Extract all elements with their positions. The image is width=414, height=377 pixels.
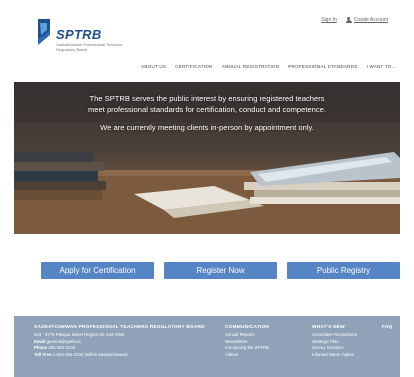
footer-tollfree: 1-844-254-2230 (within Saskatchewan) xyxy=(52,352,128,358)
public-registry-button[interactable]: Public Registry xyxy=(287,262,400,279)
user-icon xyxy=(345,17,352,23)
footer-communication-title: COMMUNICATION xyxy=(225,325,270,330)
nav-item-professional-standards[interactable]: PROFESSIONAL STANDARDS xyxy=(288,64,357,69)
nav-item-certification[interactable]: CERTIFICATION xyxy=(175,64,212,69)
footer-faq: FAQ xyxy=(382,325,400,332)
register-now-button[interactable]: Register Now xyxy=(164,262,277,279)
footer-link-introducing[interactable]: Introducing the SPTRB xyxy=(225,345,305,352)
nav-item-annual-registration[interactable]: ANNUAL REGISTRATION xyxy=(222,64,280,69)
main-nav: ABOUT US CERTIFICATION ANNUAL REGISTRATI… xyxy=(141,64,396,69)
footer-communication: COMMUNICATION Annual Reports Newsletters… xyxy=(225,325,305,359)
sign-in-link[interactable]: Sign In xyxy=(321,17,337,23)
footer-org-title: SASKATCHEWAN PROFESSIONAL TEACHERS REGUL… xyxy=(34,325,205,330)
footer-contact: SASKATCHEWAN PROFESSIONAL TEACHERS REGUL… xyxy=(34,325,209,359)
page-frame: SPTRB Saskatchewan Professional Teachers… xyxy=(14,0,400,377)
logo-mark-icon xyxy=(38,19,50,45)
nav-item-i-want-to[interactable]: I WANT TO... xyxy=(366,64,396,69)
sptrb-logo[interactable]: SPTRB Saskatchewan Professional Teachers… xyxy=(36,17,156,61)
footer-email[interactable]: general@sptrb.ca xyxy=(47,339,81,344)
footer-link-committee[interactable]: Committee Recruitment xyxy=(312,332,382,339)
footer-phone-label: Phone xyxy=(34,345,48,351)
footer-link-informal-name[interactable]: Informal Name Option xyxy=(312,352,382,359)
footer-link-survey[interactable]: Survey Invitation xyxy=(312,345,382,352)
hero-banner: The SPTRB serves the public interest by … xyxy=(14,82,400,234)
logo-name: SPTRB xyxy=(56,27,102,42)
site-header: SPTRB Saskatchewan Professional Teachers… xyxy=(14,0,400,82)
site-footer: SASKATCHEWAN PROFESSIONAL TEACHERS REGUL… xyxy=(14,316,400,377)
footer-tollfree-label: Toll Free xyxy=(34,352,52,358)
create-account-link[interactable]: Create Account xyxy=(345,17,388,23)
account-links: Sign In Create Account xyxy=(321,17,388,23)
footer-link-videos[interactable]: Videos xyxy=(225,352,305,359)
footer-faq-title[interactable]: FAQ xyxy=(382,325,400,332)
create-account-label: Create Account xyxy=(353,17,388,23)
footer-email-label: Email xyxy=(34,338,46,344)
footer-whats-new: WHAT'S NEW Committee Recruitment Strateg… xyxy=(312,325,382,359)
footer-whats-new-title: WHAT'S NEW xyxy=(312,325,345,330)
action-buttons: Apply for Certification Register Now Pub… xyxy=(14,262,400,282)
apply-for-certification-button[interactable]: Apply for Certification xyxy=(41,262,154,279)
footer-link-annual-reports[interactable]: Annual Reports xyxy=(225,332,305,339)
footer-link-strategic-plan[interactable]: Strategic Plan xyxy=(312,339,382,346)
footer-link-newsletters[interactable]: Newsletters xyxy=(225,339,305,346)
hero-mission-text: The SPTRB serves the public interest by … xyxy=(87,94,327,114)
hero-appointment-text: We are currently meeting clients in-pers… xyxy=(100,123,314,132)
footer-phone-line: Phone 306-352-2230 xyxy=(34,345,209,352)
footer-phone: 306-352-2230 xyxy=(48,345,76,351)
nav-item-about-us[interactable]: ABOUT US xyxy=(141,64,166,69)
logo-subtitle: Saskatchewan Professional Teachers Regul… xyxy=(56,42,123,52)
footer-email-line: Email general@sptrb.ca xyxy=(34,339,209,346)
footer-tollfree-line: Toll Free 1-844-254-2230 (within Saskatc… xyxy=(34,352,209,359)
hero-message: The SPTRB serves the public interest by … xyxy=(14,94,400,134)
footer-address: 204 - 3775 Pasqua Street Regina SK S4S 6… xyxy=(34,331,125,337)
